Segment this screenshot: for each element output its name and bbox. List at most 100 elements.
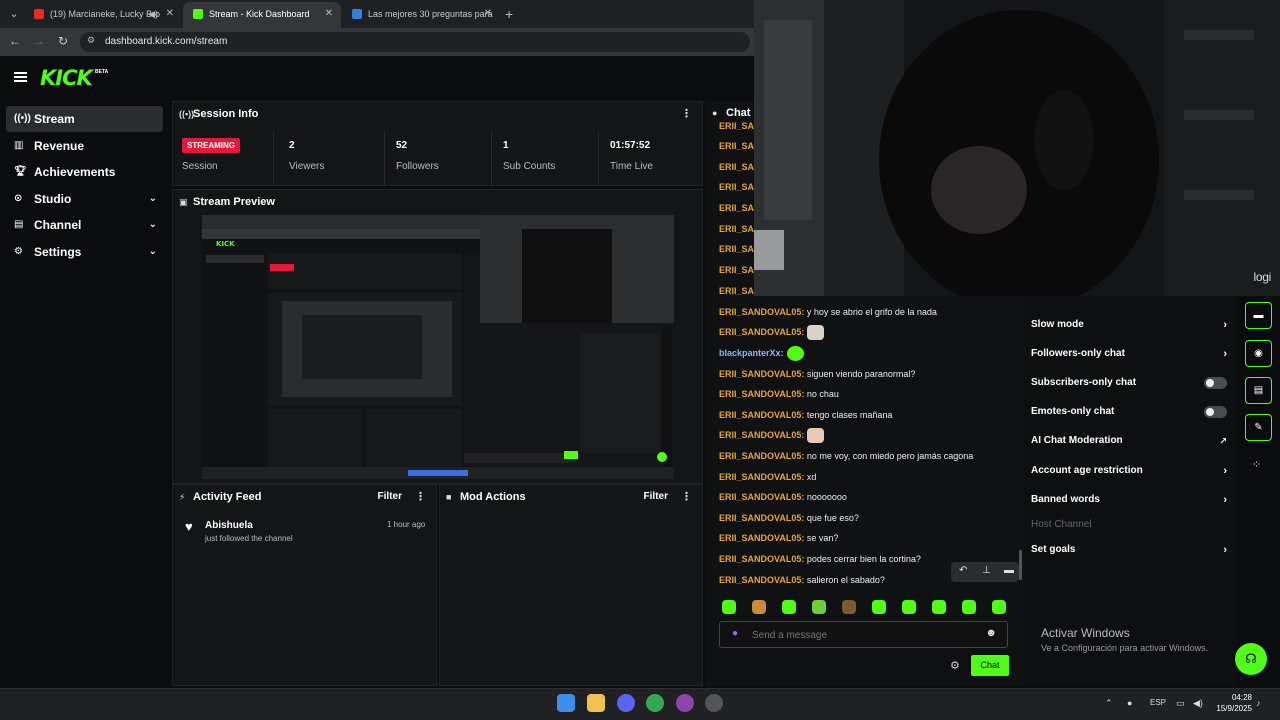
chat-message[interactable]: ERII_SANDOVAL05: nooooooo	[719, 489, 847, 505]
more-options-icon[interactable]: ⋮	[415, 485, 426, 509]
close-tab-icon[interactable]: ✕	[484, 2, 492, 26]
wrench-tool-icon[interactable]: ✎	[1245, 414, 1272, 441]
chat-username[interactable]: ERII_SANDOVAL05:	[719, 451, 804, 461]
obs-icon[interactable]	[676, 694, 694, 712]
chat-username[interactable]: ERII_SANDOVAL05:	[719, 369, 804, 379]
slow-mode-item[interactable]: Slow mode ›	[1031, 315, 1227, 335]
forward-arrow-icon[interactable]: →	[32, 34, 46, 48]
tab-search-icon[interactable]: ⌄	[6, 6, 22, 22]
volume-icon[interactable]: ◀)	[1193, 698, 1203, 709]
speaker-icon[interactable]: ◀)	[148, 2, 158, 26]
kick-logo[interactable]: KICK	[40, 66, 93, 90]
sidebar-item-achievements[interactable]: 🏆︎ Achievements	[6, 159, 163, 185]
chat-message[interactable]: ERII_SANDOVAL05: que fue eso?	[719, 510, 859, 526]
emote-icon[interactable]	[722, 600, 736, 614]
close-tab-icon[interactable]: ✕	[325, 2, 333, 26]
followers-only-item[interactable]: Followers-only chat ›	[1031, 344, 1227, 364]
microphone-tray-icon[interactable]: ●	[1127, 698, 1132, 708]
chat-message[interactable]: ERII_SANDOVAL05: salieron el sabado?	[719, 572, 885, 588]
chat-username[interactable]: ERII_SANDOVAL05:	[719, 430, 804, 440]
subscribers-only-toggle[interactable]	[1204, 377, 1227, 389]
chat-username[interactable]: blackpanterXx:	[719, 348, 784, 358]
more-options-icon[interactable]: ⋮	[681, 102, 692, 126]
emotes-only-toggle[interactable]	[1204, 406, 1227, 418]
webcam-overlay[interactable]: logi	[754, 0, 1280, 296]
emote-icon[interactable]	[842, 600, 856, 614]
chrome-icon[interactable]	[646, 694, 664, 712]
notification-bell-icon[interactable]: ♪	[1256, 698, 1261, 708]
chat-message[interactable]: ERII_SANDOVAL05:	[719, 324, 825, 341]
chat-username[interactable]: ERII_SANDOVAL05:	[719, 533, 804, 543]
send-chat-button[interactable]: Chat	[971, 655, 1009, 676]
emote-icon[interactable]	[992, 600, 1006, 614]
chat-username[interactable]: ERII_SANDOVAL05:	[719, 492, 804, 502]
chat-scrollbar[interactable]	[1019, 550, 1022, 580]
browser-tab-preguntas[interactable]: Las mejores 30 preguntas para ✕	[342, 2, 500, 28]
chat-message[interactable]: ERII_SANDOVAL05: siguen viendo paranorma…	[719, 366, 915, 382]
activity-filter-button[interactable]: Filter	[378, 485, 402, 509]
chat-username[interactable]: ERII_SANDOVAL05:	[719, 327, 804, 337]
close-tab-icon[interactable]: ✕	[166, 2, 174, 26]
chat-username[interactable]: ERII_SANDOVAL05:	[719, 389, 804, 399]
menu-icon[interactable]	[14, 72, 27, 82]
activity-username[interactable]: Abishuela	[205, 520, 253, 531]
more-options-icon[interactable]: ⋮	[681, 485, 692, 509]
chat-username[interactable]: ERII_SANDOVAL05:	[719, 513, 804, 523]
chat-message[interactable]: ERII_SANDOVAL05: tengo clases mañana	[719, 407, 892, 423]
tray-overflow-icon[interactable]: ⌃	[1105, 698, 1113, 709]
emote-icon[interactable]	[962, 600, 976, 614]
sidebar-item-studio[interactable]: ⊙ Studio ⌄	[6, 186, 163, 212]
undo-icon[interactable]: ↶	[959, 565, 967, 576]
emoji-icon[interactable]: ☻	[985, 627, 997, 639]
chat-message[interactable]: ERII_SANDOVAL05:	[719, 427, 825, 444]
trash-icon[interactable]: ▬	[1004, 565, 1014, 576]
browser-tab-kick[interactable]: Stream - Kick Dashboard ✕	[183, 2, 341, 28]
back-arrow-icon[interactable]: ←	[8, 34, 22, 48]
sidebar-item-revenue[interactable]: ▥ Revenue	[6, 133, 163, 159]
emote-icon[interactable]	[902, 600, 916, 614]
microphone-icon[interactable]: ●	[732, 628, 738, 639]
chat-username[interactable]: ERII_SANDOVAL05:	[719, 472, 804, 482]
discord-icon[interactable]	[617, 694, 635, 712]
chat-message[interactable]: ERII_SANDOVAL05: no chau	[719, 386, 839, 402]
pin-icon[interactable]: ⊥	[982, 565, 991, 576]
chat-message[interactable]: ERII_SANDOVAL05: y hoy se abrio el grifo…	[719, 304, 937, 320]
extensions-icon[interactable]: ⁘	[1252, 458, 1261, 471]
chat-message[interactable]: ERII_SANDOVAL05: podes cerrar bien la co…	[719, 551, 921, 567]
ai-moderation-item[interactable]: AI Chat Moderation ↗	[1031, 431, 1227, 451]
support-headset-icon[interactable]: ☊	[1235, 643, 1267, 675]
set-goals-item[interactable]: Set goals ›	[1031, 540, 1227, 560]
layout-tool-icon[interactable]: ▤	[1245, 377, 1272, 404]
sidebar-item-channel[interactable]: ▤ Channel ⌄	[6, 212, 163, 238]
sidebar-item-settings[interactable]: ⚙ Settings ⌄	[6, 239, 163, 265]
chat-tool-icon[interactable]: ▬	[1245, 302, 1272, 329]
emote-icon[interactable]	[932, 600, 946, 614]
site-info-icon[interactable]: ⚙	[87, 35, 95, 46]
network-icon[interactable]: ▭	[1176, 698, 1185, 709]
url-field[interactable]: ⚙ dashboard.kick.com/stream	[80, 32, 750, 52]
browser-tab-youtube[interactable]: (19) Marcianeke, Lucky Bro ◀) ✕	[24, 2, 182, 28]
chat-username[interactable]: ERII_SANDOVAL05:	[719, 410, 804, 420]
banned-words-item[interactable]: Banned words ›	[1031, 490, 1227, 510]
new-tab-button[interactable]: +	[505, 6, 513, 22]
chat-username[interactable]: ERII_SANDOVAL05:	[719, 575, 804, 585]
language-indicator[interactable]: ESP	[1150, 698, 1166, 707]
chat-message[interactable]: ERII_SANDOVAL05: no me voy, con miedo pe…	[719, 448, 973, 464]
emote-icon[interactable]	[872, 600, 886, 614]
file-explorer-icon[interactable]	[587, 694, 605, 712]
windows-start-icon[interactable]	[557, 694, 575, 712]
chat-username[interactable]: ERII_SANDOVAL05:	[719, 554, 804, 564]
chat-message[interactable]: ERII_SANDOVAL05: xd	[719, 469, 816, 485]
stream-preview-video[interactable]: KICK	[202, 215, 674, 479]
mod-filter-button[interactable]: Filter	[644, 485, 668, 509]
chat-message-input[interactable]	[752, 627, 972, 643]
chat-message[interactable]: ERII_SANDOVAL05: se van?	[719, 530, 838, 546]
sidebar-item-stream[interactable]: ((•)) Stream	[6, 106, 163, 132]
reload-icon[interactable]: ↻	[56, 34, 70, 48]
emote-icon[interactable]	[812, 600, 826, 614]
emote-icon[interactable]	[782, 600, 796, 614]
emote-icon[interactable]	[752, 600, 766, 614]
chat-message[interactable]: blackpanterXx:	[719, 345, 804, 362]
taskbar-clock[interactable]: 04:28 15/9/2025	[1214, 692, 1252, 714]
chat-username[interactable]: ERII_SANDOVAL05:	[719, 307, 804, 317]
